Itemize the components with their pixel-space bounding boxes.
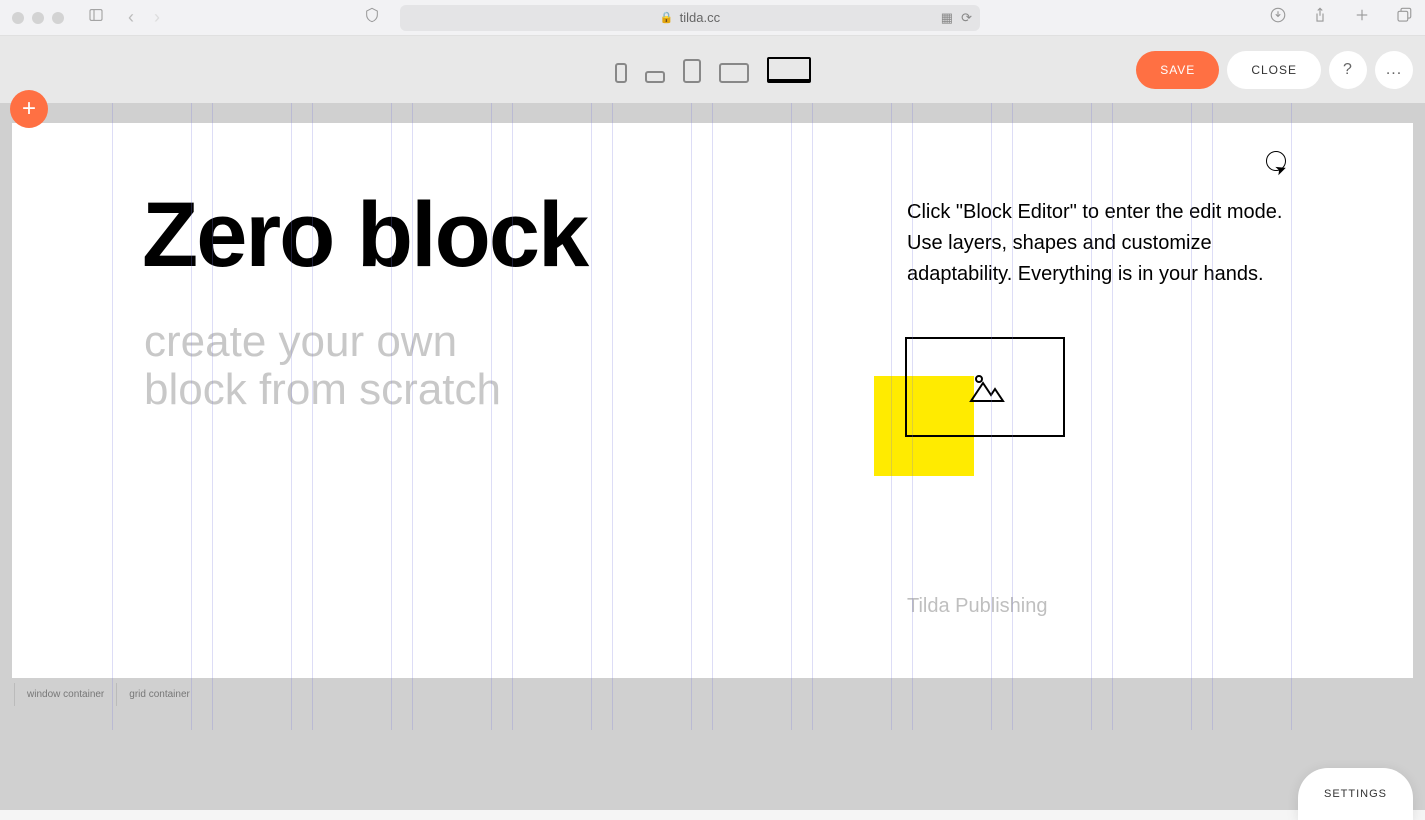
container-labels: window container grid container	[14, 683, 202, 706]
minimize-window-icon[interactable]	[32, 12, 44, 24]
image-placeholder-icon	[965, 367, 1005, 407]
heading-text[interactable]: Zero block	[142, 183, 587, 288]
sidebar-toggle-icon[interactable]	[88, 7, 104, 28]
window-container-label[interactable]: window container	[14, 683, 116, 706]
share-icon[interactable]	[1311, 6, 1329, 29]
device-phone-landscape-icon[interactable]	[645, 71, 665, 83]
add-element-button[interactable]: +	[10, 90, 48, 128]
image-placeholder[interactable]	[905, 337, 1065, 437]
lock-icon: 🔒	[660, 11, 674, 24]
url-text: tilda.cc	[680, 10, 720, 25]
editor-toolbar: + SAVE CLOSE ? ...	[0, 36, 1425, 103]
browser-chrome: ‹ › 🔒 tilda.cc ▦ ⟳	[0, 0, 1425, 36]
translate-icon[interactable]: ▦	[941, 10, 953, 26]
chrome-right-icons	[1269, 6, 1413, 29]
device-phone-icon[interactable]	[615, 63, 627, 83]
close-window-icon[interactable]	[12, 12, 24, 24]
forward-button[interactable]: ›	[154, 7, 160, 28]
canvas-area[interactable]: Zero block create your own block from sc…	[0, 103, 1425, 810]
nav-arrows: ‹ ›	[128, 7, 160, 28]
more-button[interactable]: ...	[1375, 51, 1413, 89]
traffic-lights	[12, 12, 64, 24]
device-desktop-icon[interactable]	[767, 57, 811, 83]
caption-text[interactable]: Tilda Publishing	[907, 595, 1047, 618]
settings-button[interactable]: SETTINGS	[1298, 768, 1413, 820]
new-tab-icon[interactable]	[1353, 6, 1371, 29]
device-preview-switcher	[615, 57, 811, 83]
close-button[interactable]: CLOSE	[1227, 51, 1321, 89]
help-button[interactable]: ?	[1329, 51, 1367, 89]
device-tablet-icon[interactable]	[683, 59, 701, 83]
artboard[interactable]: Zero block create your own block from sc…	[12, 123, 1413, 678]
toolbar-actions: SAVE CLOSE ? ...	[1136, 51, 1413, 89]
downloads-icon[interactable]	[1269, 6, 1287, 29]
maximize-window-icon[interactable]	[52, 12, 64, 24]
description-text[interactable]: Click "Block Editor" to enter the edit m…	[907, 197, 1297, 290]
subheading-text[interactable]: create your own block from scratch	[144, 318, 501, 415]
grid-container-label[interactable]: grid container	[116, 683, 202, 706]
url-bar[interactable]: 🔒 tilda.cc ▦ ⟳	[400, 5, 980, 31]
back-button[interactable]: ‹	[128, 7, 134, 28]
reload-icon[interactable]: ⟳	[961, 10, 972, 26]
privacy-shield-icon[interactable]	[364, 7, 380, 28]
device-tablet-landscape-icon[interactable]	[719, 63, 749, 83]
cursor-arrow-icon: ➤	[1272, 160, 1289, 180]
save-button[interactable]: SAVE	[1136, 51, 1219, 89]
tabs-icon[interactable]	[1395, 6, 1413, 29]
